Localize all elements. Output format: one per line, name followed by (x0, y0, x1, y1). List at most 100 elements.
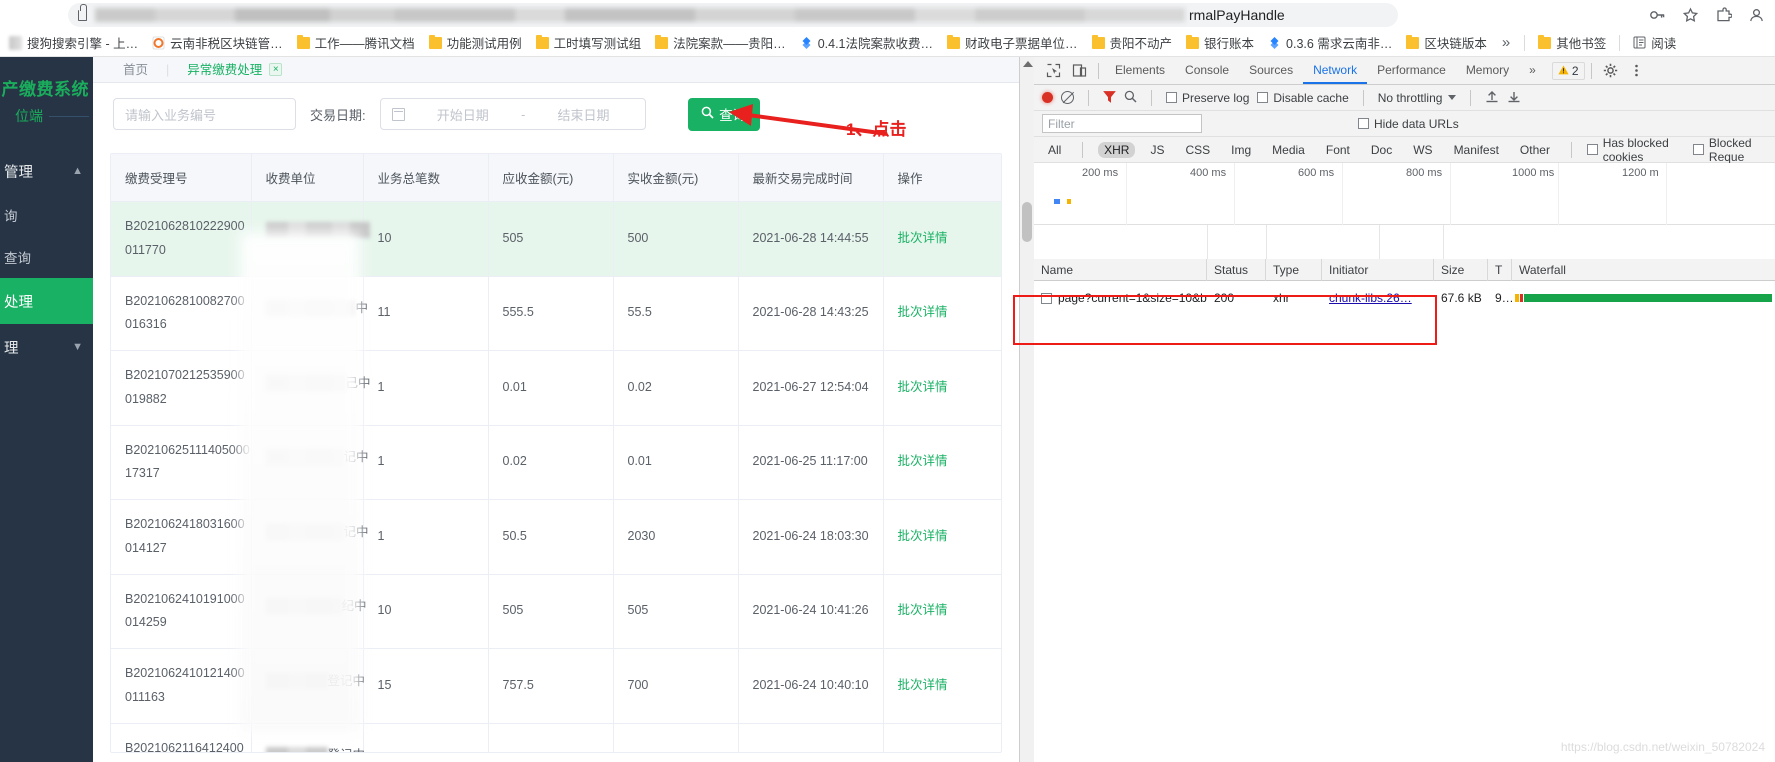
funnel-icon[interactable] (1103, 90, 1116, 106)
type-filter-css[interactable]: CSS (1179, 142, 1216, 158)
sidebar-item-management[interactable]: 管理 ▲ (0, 148, 93, 194)
divider (1470, 89, 1472, 106)
query-button[interactable]: 查询 (687, 97, 760, 131)
network-overview[interactable]: 200 ms 400 ms 600 ms 800 ms 1000 ms 1200… (1034, 163, 1775, 225)
tab-console[interactable]: Console (1175, 57, 1239, 84)
star-icon[interactable] (1682, 7, 1699, 23)
type-filter-js[interactable]: JS (1144, 142, 1170, 158)
bookmark-item[interactable]: 财政电子票据单位… (940, 31, 1085, 55)
bookmark-item[interactable]: 搜狗搜索引擎 - 上… (2, 31, 145, 55)
table-row[interactable]: B2021070212535900019882 己中 1 0.01 0.02 2… (111, 350, 1001, 426)
batch-detail-link[interactable]: 批次详情 (883, 574, 1001, 649)
filter-input[interactable]: Filter (1042, 114, 1202, 133)
type-filter-font[interactable]: Font (1320, 142, 1356, 158)
tab-abnormal-payment-handling[interactable]: 异常缴费处理 × (171, 57, 298, 83)
address-bar[interactable]: rmalPayHandle (68, 3, 1398, 27)
import-har-icon[interactable] (1485, 90, 1499, 106)
type-filter-manifest[interactable]: Manifest (1448, 142, 1505, 158)
date-range-picker[interactable]: 开始日期 - 结束日期 (379, 98, 646, 130)
bookmarks-overflow-icon[interactable]: » (1494, 34, 1518, 51)
table-row[interactable]: B2021062418031600014127 记中 1 50.5 2030 2… (111, 499, 1001, 575)
cell-count: 2 (363, 723, 489, 752)
hide-data-urls-checkbox[interactable]: Hide data URLs (1358, 117, 1459, 131)
throttling-select[interactable]: No throttling (1378, 91, 1457, 105)
scroll-up-icon[interactable] (1023, 61, 1033, 67)
type-filter-xhr[interactable]: XHR (1098, 141, 1136, 158)
col-status[interactable]: Status (1207, 258, 1266, 281)
type-filter-media[interactable]: Media (1266, 142, 1311, 158)
close-icon[interactable]: × (269, 63, 283, 76)
tab-network[interactable]: Network (1303, 57, 1368, 84)
batch-detail-link[interactable]: 批次详情 (883, 648, 1001, 724)
business-no-input[interactable]: 请输入业务编号 (113, 98, 296, 130)
col-time[interactable]: T (1488, 258, 1512, 281)
tab-elements[interactable]: Elements (1105, 57, 1175, 84)
other-bookmarks-button[interactable]: 其他书签 (1531, 31, 1613, 55)
bookmark-item[interactable]: 法院案款——贵阳… (648, 31, 793, 55)
preserve-log-checkbox[interactable]: Preserve log (1166, 91, 1249, 105)
col-initiator[interactable]: Initiator (1322, 258, 1434, 281)
table-row[interactable]: B2021062410191000014259 纪中 10 505 505 20… (111, 574, 1001, 649)
request-row[interactable]: page?current=1&size=10&b… 200 xhr chunk-… (1034, 286, 1775, 310)
batch-detail-link[interactable]: 批次详情 (883, 350, 1001, 426)
tab-memory[interactable]: Memory (1456, 57, 1519, 84)
cell-unit: 登记中 (251, 723, 365, 752)
bookmark-item[interactable]: 工时填写测试组 (529, 31, 649, 55)
export-har-icon[interactable] (1507, 90, 1521, 106)
bookmark-item[interactable]: 工作——腾讯文档 (290, 31, 422, 55)
kebab-menu-icon[interactable] (1624, 58, 1650, 84)
bookmark-item[interactable]: 云南非税区块链管… (145, 31, 290, 55)
disable-cache-checkbox[interactable]: Disable cache (1257, 91, 1349, 105)
type-filter-doc[interactable]: Doc (1365, 142, 1398, 158)
batch-detail-link[interactable]: 批次详情 (883, 499, 1001, 575)
clear-ban-icon[interactable] (1061, 91, 1074, 104)
col-name[interactable]: Name (1034, 258, 1207, 281)
sidebar-item-query1[interactable]: 询 (0, 194, 93, 236)
bookmark-item[interactable]: 区块链版本 (1399, 31, 1494, 55)
blocked-requests-checkbox[interactable]: Blocked Reque (1692, 136, 1768, 164)
table-row[interactable]: B2021062410121400011163 登记中 15 757.5 700… (111, 648, 1001, 724)
record-dot-icon[interactable] (1042, 92, 1053, 103)
page-scrollbar[interactable] (1020, 57, 1034, 762)
tab-sources[interactable]: Sources (1239, 57, 1303, 84)
sidebar-item-query2[interactable]: 查询 (0, 236, 93, 278)
type-filter-all[interactable]: All (1042, 142, 1067, 158)
table-row[interactable]: B2021062810222900011770 10 505 500 2021-… (111, 201, 1001, 277)
reading-list-button[interactable]: 阅读 (1626, 31, 1683, 55)
inspect-element-icon[interactable] (1040, 58, 1066, 84)
batch-detail-link[interactable]: 批次详情 (883, 276, 1001, 351)
type-filter-img[interactable]: Img (1225, 142, 1257, 158)
bookmark-item[interactable]: 0.4.1法院案款收费… (793, 31, 940, 55)
request-checkbox[interactable] (1041, 292, 1052, 304)
batch-detail-link[interactable]: 批次详情 (883, 723, 1001, 752)
has-blocked-cookies-checkbox[interactable]: Has blocked cookies (1586, 136, 1684, 164)
device-toolbar-icon[interactable] (1066, 58, 1092, 84)
col-waterfall[interactable]: Waterfall (1512, 259, 1772, 281)
type-filter-other[interactable]: Other (1514, 142, 1556, 158)
table-row[interactable]: B2021062116412400019030 登记中 2 180 180 20… (111, 723, 1001, 752)
sidebar-item-abnormal-payment-handling[interactable]: 处理 (0, 278, 93, 324)
col-type[interactable]: Type (1266, 258, 1322, 281)
table-row[interactable]: B2021062810082700016316 中 11 555.5 55.5 … (111, 276, 1001, 351)
bookmark-item[interactable]: 功能测试用例 (422, 31, 529, 55)
table-row[interactable]: B2021062511140500017317 记中 1 0.02 0.01 2… (111, 425, 1001, 500)
tabs-overflow-icon[interactable]: » (1519, 57, 1546, 84)
extensions-icon[interactable] (1715, 6, 1732, 23)
scrollbar-thumb[interactable] (1022, 202, 1032, 242)
bookmark-item[interactable]: 贵阳不动产 (1085, 31, 1180, 55)
type-filter-ws[interactable]: WS (1407, 142, 1438, 158)
profile-avatar-icon[interactable] (1748, 7, 1765, 23)
tab-performance[interactable]: Performance (1367, 57, 1456, 84)
col-size[interactable]: Size (1434, 258, 1488, 281)
gear-icon[interactable] (1598, 58, 1624, 84)
sidebar-item-management2[interactable]: 理 ▼ (0, 324, 93, 370)
bookmark-item[interactable]: 银行账本 (1179, 31, 1261, 55)
batch-detail-link[interactable]: 批次详情 (883, 425, 1001, 500)
search-icon[interactable] (1124, 90, 1137, 106)
bookmark-item[interactable]: 0.3.6 需求云南非… (1261, 31, 1399, 55)
request-initiator[interactable]: chunk-libs.26… (1322, 286, 1434, 310)
tab-home[interactable]: 首页 (107, 57, 164, 83)
warning-badge[interactable]: 2 (1551, 61, 1585, 80)
batch-detail-link[interactable]: 批次详情 (883, 201, 1001, 277)
key-icon[interactable] (1649, 7, 1666, 23)
